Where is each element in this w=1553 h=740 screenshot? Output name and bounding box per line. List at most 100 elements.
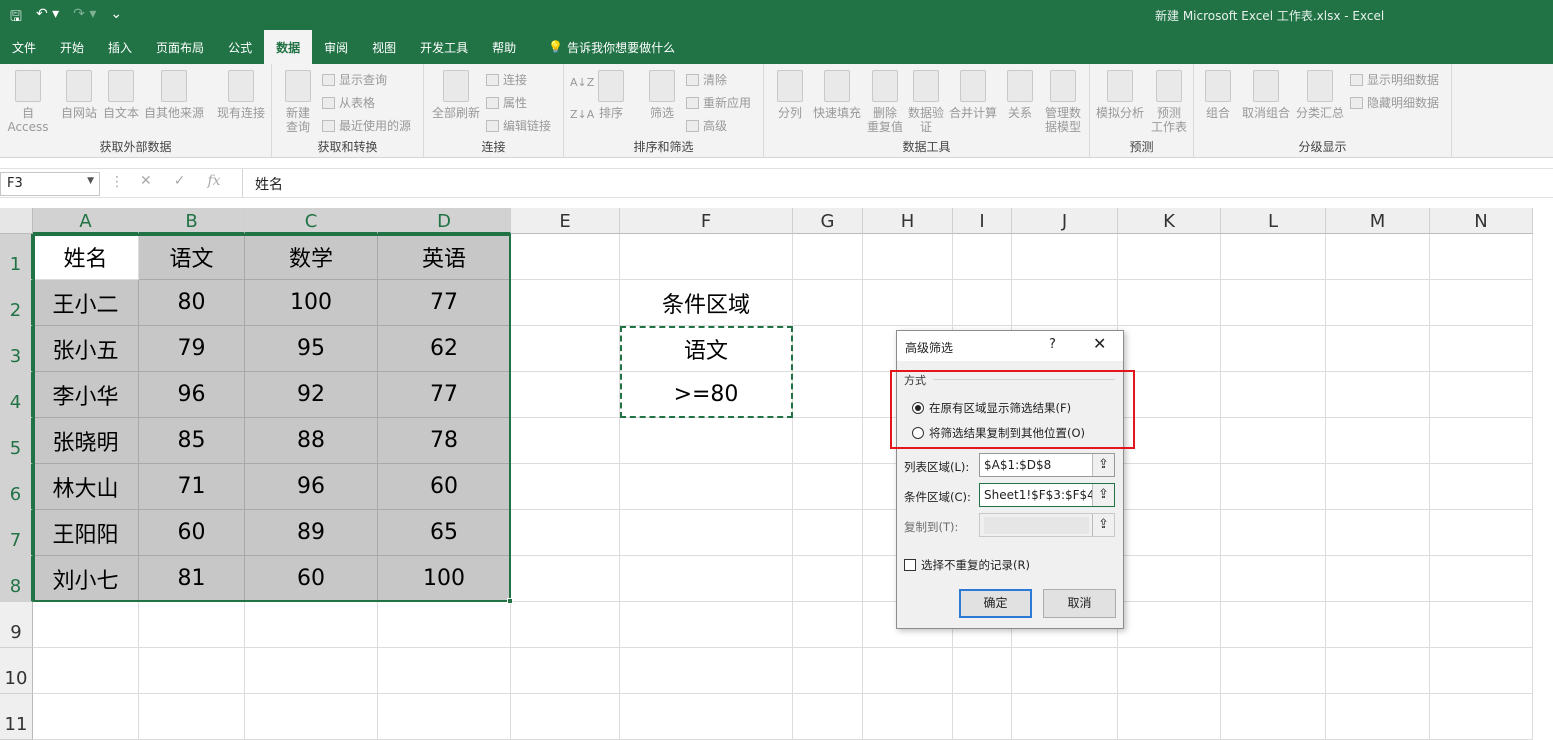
- connections-button[interactable]: 连接: [486, 71, 527, 88]
- tab-developer[interactable]: 开发工具: [408, 30, 480, 64]
- table-data-cell[interactable]: 92: [245, 372, 378, 418]
- criteria-range-field[interactable]: Sheet1!$F$3:$F$4 ⇪: [979, 483, 1115, 507]
- table-data-cell[interactable]: 71: [139, 464, 245, 510]
- filter-button[interactable]: 筛选: [644, 70, 680, 120]
- subtotal-button[interactable]: 分类汇总: [1294, 70, 1346, 120]
- text-to-columns-button[interactable]: 分列: [770, 70, 810, 120]
- refresh-all-button[interactable]: 全部刷新: [428, 70, 484, 120]
- new-query-button[interactable]: 新建 查询: [278, 70, 318, 134]
- table-data-cell[interactable]: 95: [245, 326, 378, 372]
- cell[interactable]: [1012, 648, 1118, 694]
- table-data-cell[interactable]: 62: [378, 326, 511, 372]
- column-header-e[interactable]: E: [511, 208, 620, 234]
- table-data-cell[interactable]: 王阳阳: [33, 510, 139, 556]
- table-header-cell[interactable]: 英语: [378, 234, 511, 280]
- row-header-7[interactable]: 7: [0, 510, 33, 556]
- fill-handle[interactable]: [507, 598, 513, 604]
- flash-fill-button[interactable]: 快速填充: [810, 70, 864, 120]
- table-data-cell[interactable]: 89: [245, 510, 378, 556]
- table-data-cell[interactable]: 王小二: [33, 280, 139, 326]
- cell[interactable]: [1118, 602, 1221, 648]
- clear-filter-button[interactable]: 清除: [686, 71, 727, 88]
- forecast-sheet-button[interactable]: 预测 工作表: [1148, 70, 1190, 134]
- relationships-button[interactable]: 关系: [1002, 70, 1038, 120]
- cell[interactable]: [1326, 234, 1430, 280]
- cell[interactable]: [511, 464, 620, 510]
- cell[interactable]: [1118, 510, 1221, 556]
- from-access-button[interactable]: 自 Access: [0, 70, 56, 134]
- tab-home[interactable]: 开始: [48, 30, 96, 64]
- list-range-field[interactable]: $A$1:$D$8 ⇪: [979, 453, 1115, 477]
- group-button[interactable]: 组合: [1200, 70, 1236, 120]
- save-icon[interactable]: 🖫: [10, 6, 22, 30]
- table-data-cell[interactable]: 96: [245, 464, 378, 510]
- table-data-cell[interactable]: 60: [245, 556, 378, 602]
- edit-links-button[interactable]: 编辑链接: [486, 117, 551, 134]
- cell[interactable]: [139, 694, 245, 740]
- column-header-f[interactable]: F: [620, 208, 793, 234]
- cell[interactable]: [378, 648, 511, 694]
- cell[interactable]: [793, 326, 863, 372]
- cell[interactable]: [1012, 280, 1118, 326]
- manage-data-model-button[interactable]: 管理数 据模型: [1040, 70, 1086, 134]
- cell[interactable]: [245, 602, 378, 648]
- consolidate-button[interactable]: 合并计算: [946, 70, 1000, 120]
- tab-data[interactable]: 数据: [264, 30, 313, 64]
- collapse-dialog-icon[interactable]: ⇪: [1092, 514, 1114, 536]
- table-data-cell[interactable]: 81: [139, 556, 245, 602]
- column-header-l[interactable]: L: [1221, 208, 1326, 234]
- cell[interactable]: [1221, 418, 1326, 464]
- row-header-2[interactable]: 2: [0, 280, 33, 326]
- customize-qat-icon[interactable]: ⌄: [110, 6, 122, 30]
- cancel-icon[interactable]: ✕: [140, 173, 152, 189]
- ok-button[interactable]: 确定: [959, 589, 1032, 618]
- table-data-cell[interactable]: 张小五: [33, 326, 139, 372]
- recent-sources-button[interactable]: 最近使用的源: [322, 117, 411, 134]
- cell[interactable]: [793, 464, 863, 510]
- cell[interactable]: [1118, 280, 1221, 326]
- sort-az-button[interactable]: A↓Z: [570, 76, 594, 89]
- cell[interactable]: [953, 280, 1012, 326]
- cell[interactable]: [1430, 556, 1533, 602]
- cell[interactable]: [1430, 234, 1533, 280]
- cell[interactable]: [1430, 464, 1533, 510]
- cell[interactable]: [793, 510, 863, 556]
- table-data-cell[interactable]: 77: [378, 372, 511, 418]
- cell[interactable]: [1430, 648, 1533, 694]
- cell[interactable]: [511, 372, 620, 418]
- table-data-cell[interactable]: 79: [139, 326, 245, 372]
- cell[interactable]: [1430, 510, 1533, 556]
- show-queries-button[interactable]: 显示查询: [322, 71, 387, 88]
- cell[interactable]: [1221, 694, 1326, 740]
- remove-duplicates-button[interactable]: 删除 重复值: [864, 70, 906, 134]
- cell[interactable]: [139, 648, 245, 694]
- formula-input[interactable]: 姓名: [242, 169, 295, 197]
- column-header-m[interactable]: M: [1326, 208, 1430, 234]
- cell[interactable]: [793, 556, 863, 602]
- cell[interactable]: [1430, 694, 1533, 740]
- column-header-i[interactable]: I: [953, 208, 1012, 234]
- cell[interactable]: [1326, 326, 1430, 372]
- reapply-button[interactable]: 重新应用: [686, 94, 751, 111]
- checkbox-icon[interactable]: [904, 559, 916, 571]
- row-header-1[interactable]: 1: [0, 234, 33, 280]
- unique-records-checkbox[interactable]: 选择不重复的记录(R): [904, 557, 1030, 573]
- show-detail-button[interactable]: 显示明细数据: [1350, 71, 1439, 88]
- cell[interactable]: [1430, 280, 1533, 326]
- table-data-cell[interactable]: 李小华: [33, 372, 139, 418]
- cell[interactable]: [511, 648, 620, 694]
- tell-me-box[interactable]: 💡 告诉我你想要做什么: [528, 30, 687, 64]
- column-header-c[interactable]: C: [245, 208, 378, 234]
- row-header-8[interactable]: 8: [0, 556, 33, 602]
- tab-file[interactable]: 文件: [0, 30, 48, 64]
- tab-review[interactable]: 审阅: [312, 30, 360, 64]
- existing-connections-button[interactable]: 现有连接: [214, 70, 268, 120]
- column-header-k[interactable]: K: [1118, 208, 1221, 234]
- from-table-button[interactable]: 从表格: [322, 94, 375, 111]
- criteria-value-cell[interactable]: >=80: [620, 372, 793, 418]
- cancel-button[interactable]: 取消: [1043, 589, 1116, 618]
- table-data-cell[interactable]: 65: [378, 510, 511, 556]
- redo-icon[interactable]: ↷ ▾: [73, 6, 96, 30]
- cell[interactable]: [1221, 510, 1326, 556]
- cell[interactable]: [793, 602, 863, 648]
